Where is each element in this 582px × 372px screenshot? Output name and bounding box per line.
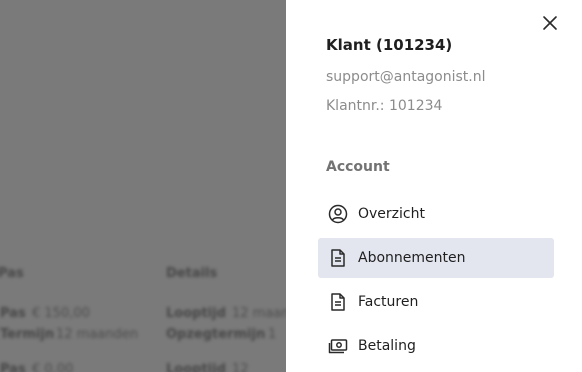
bg-header-left: Pas <box>0 266 24 281</box>
bg-row-value: € 0,00 <box>32 362 74 372</box>
close-icon[interactable] <box>542 15 558 31</box>
bg-row-key: Opzegtermijn <box>166 327 266 342</box>
menu-item-label: Facturen <box>358 294 419 310</box>
menu-item-abonnementen[interactable]: Abonnementen <box>318 238 554 278</box>
menu-item-label: Overzicht <box>358 206 425 222</box>
bg-header-right: Details <box>166 266 218 281</box>
menu-item-betaling[interactable]: Betaling <box>318 326 554 366</box>
document-icon <box>328 248 348 268</box>
bg-row-key: Pas <box>0 362 26 372</box>
bg-row-key: Termijn <box>0 327 55 342</box>
drawer-title: Klant (101234) <box>326 36 453 54</box>
bg-row-value: 12 maanden <box>232 306 286 321</box>
background-page: Pas Details Pas € 150,00 Looptijd 12 maa… <box>0 0 286 372</box>
customer-number: Klantnr.: 101234 <box>326 98 443 114</box>
bg-row-key: Pas <box>0 306 26 321</box>
menu-item-label: Betaling <box>358 338 416 354</box>
menu-item-overzicht[interactable]: Overzicht <box>318 194 554 234</box>
menu-item-label: Abonnementen <box>358 250 466 266</box>
banknote-icon <box>328 336 348 356</box>
customer-drawer: Klant (101234) support@antagonist.nl Kla… <box>286 0 582 372</box>
customer-email: support@antagonist.nl <box>326 69 486 85</box>
bg-row-key: Looptijd <box>166 306 226 321</box>
bg-row-value: 1 <box>268 327 277 342</box>
section-heading-account: Account <box>326 159 390 175</box>
close-button[interactable] <box>540 13 560 33</box>
bg-row-value: € 150,00 <box>32 306 90 321</box>
bg-row-key: Looptijd <box>166 362 226 372</box>
user-circle-icon <box>328 204 348 224</box>
invoice-icon <box>328 292 348 312</box>
bg-row-value: 12 maanden <box>56 327 138 342</box>
menu-item-facturen[interactable]: Facturen <box>318 282 554 322</box>
backdrop-overlay[interactable]: Pas Details Pas € 150,00 Looptijd 12 maa… <box>0 0 286 372</box>
bg-row-value: 12 <box>232 362 249 372</box>
